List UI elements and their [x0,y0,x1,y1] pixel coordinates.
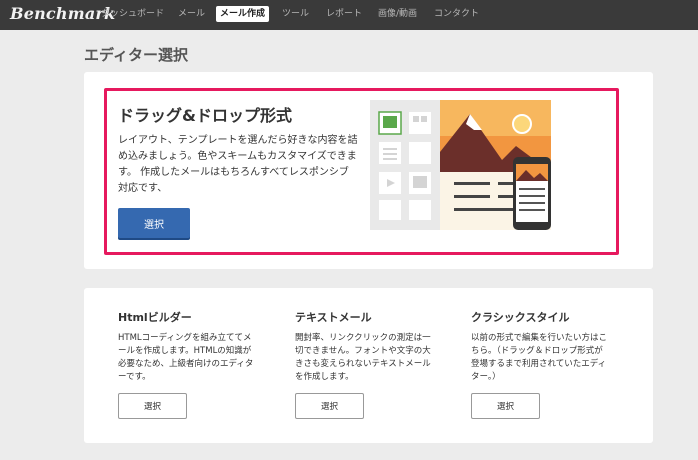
nav-item-tools[interactable]: ツール [282,7,309,21]
html-builder-title: Htmlビルダー [118,311,192,324]
page-title: エディター選択 [84,46,188,64]
text-mail-select-button[interactable]: 選択 [295,393,364,419]
html-builder-select-button[interactable]: 選択 [118,393,187,419]
classic-style-select-button[interactable]: 選択 [471,393,540,419]
dragdrop-select-button[interactable]: 選択 [118,208,190,238]
dragdrop-description: レイアウト、テンプレートを選んだら好きな内容を詰め込みましょう。色やスキームもカ… [118,135,358,194]
text-mail-title: テキストメール [295,311,372,324]
dragdrop-illustration [370,100,551,230]
nav-item-mail[interactable]: メール [178,7,205,21]
dragdrop-title: ドラッグ&ドロップ形式 [118,106,292,125]
top-nav: Benchmark ダッシュボード メール メール作成 ツール レポート 画像/… [0,0,698,30]
classic-style-description: 以前の形式で編集を行いたい方はこちら。（ドラッグ＆ドロップ形式が登場するまで利用… [471,333,608,382]
classic-style-title: クラシックスタイル [471,311,570,324]
nav-item-media[interactable]: 画像/動画 [378,7,417,21]
nav-item-create-mail[interactable]: メール作成 [216,6,270,22]
benchmark-logo[interactable]: Benchmark [10,4,115,23]
nav-item-dashboard[interactable]: ダッシュボード [101,7,164,21]
nav-item-contacts[interactable]: コンタクト [434,7,479,21]
nav-item-report[interactable]: レポート [326,7,362,21]
html-builder-description: HTMLコーディングを組み立ててメールを作成します。HTMLの知識が必要なため、… [118,333,254,382]
text-mail-description: 開封率、リンククリックの測定は一切できません。フォントや文字の大きさも変えられな… [295,333,431,382]
